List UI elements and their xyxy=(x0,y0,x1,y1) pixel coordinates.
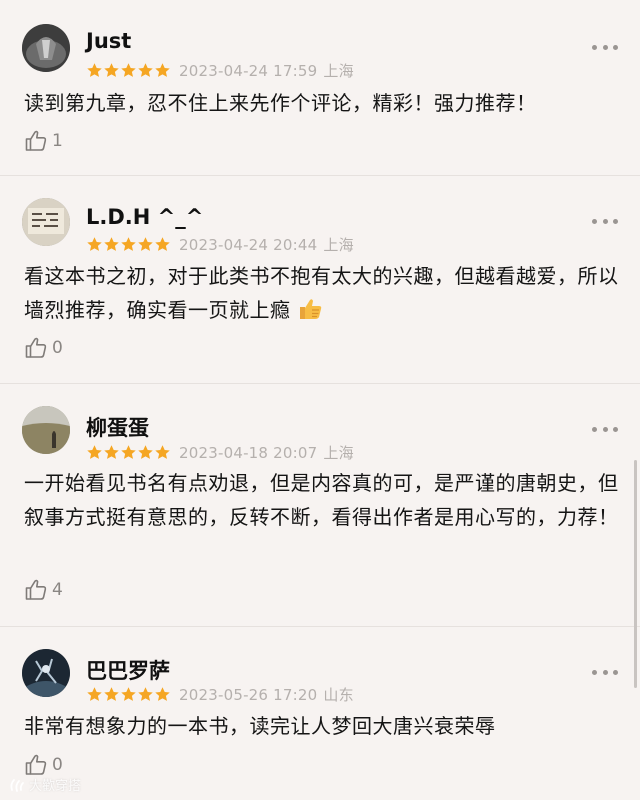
review-location: 上海 xyxy=(323,443,354,462)
username[interactable]: L.D.H ^_^ xyxy=(86,205,203,229)
review-date: 2023-04-24 17:59 xyxy=(179,61,318,80)
watermark: 大歡穿搭 xyxy=(8,775,81,794)
star-icon xyxy=(87,686,102,701)
more-options-button[interactable] xyxy=(592,42,618,52)
thumbs-up-outline-icon xyxy=(24,753,48,777)
like-count: 0 xyxy=(52,338,63,358)
review-date: 2023-04-18 20:07 xyxy=(179,443,318,462)
star-icon xyxy=(87,236,102,251)
review-text: 一开始看见书名有点劝退，但是内容真的可，是严谨的唐朝史，但叙事方式挺有意思的，反… xyxy=(24,471,619,529)
star-icon xyxy=(104,686,119,701)
review-text: 非常有想象力的一本书，读完让人梦回大唐兴衰荣辱 xyxy=(24,714,496,738)
review-meta: 2023-04-24 17:59 上海 xyxy=(86,60,354,80)
star-rating xyxy=(86,236,171,253)
star-icon xyxy=(87,444,102,459)
star-icon xyxy=(121,444,136,459)
star-icon xyxy=(121,236,136,251)
star-icon xyxy=(104,236,119,251)
review-location: 上海 xyxy=(323,235,354,254)
more-dots-icon xyxy=(592,218,597,224)
avatar[interactable] xyxy=(22,406,70,454)
review-meta: 2023-05-26 17:20 山东 xyxy=(86,684,354,704)
star-icon xyxy=(87,62,102,77)
watermark-logo-icon xyxy=(10,778,24,792)
like-count: 4 xyxy=(52,580,63,600)
avatar[interactable] xyxy=(22,649,70,697)
more-options-button[interactable] xyxy=(592,667,618,677)
avatar-image xyxy=(22,649,70,697)
thumbs-up-outline-icon xyxy=(25,130,47,151)
like-button[interactable]: 1 xyxy=(24,129,63,153)
star-icon xyxy=(121,62,136,77)
like-button[interactable]: 4 xyxy=(24,578,63,602)
star-icon xyxy=(138,62,153,77)
review-content: 读到第九章，忍不住上来先作个评论，精彩！强力推荐！ xyxy=(24,86,620,120)
avatar-image xyxy=(22,24,70,72)
thumbs-up-outline-icon xyxy=(24,336,48,360)
review-location: 山东 xyxy=(323,685,354,704)
review-content: 非常有想象力的一本书，读完让人梦回大唐兴衰荣辱 xyxy=(24,709,620,743)
star-icon xyxy=(121,686,136,701)
review-meta: 2023-04-18 20:07 上海 xyxy=(86,442,354,462)
star-icon xyxy=(155,236,170,251)
star-rating xyxy=(86,444,171,461)
more-options-button[interactable] xyxy=(592,424,618,434)
more-dots-icon xyxy=(592,44,597,50)
review-meta: 2023-04-24 20:44 上海 xyxy=(86,234,354,254)
star-icon xyxy=(138,444,153,459)
review-card: Just 2023-04-24 17:59 上海 读到第九章，忍不住上来先作个评论… xyxy=(0,0,640,176)
thumbs-up-outline-icon xyxy=(24,129,48,153)
avatar-image xyxy=(22,406,70,454)
more-dots-icon xyxy=(592,669,597,675)
more-options-button[interactable] xyxy=(592,216,618,226)
like-count: 0 xyxy=(52,755,63,775)
thumbs-up-emoji-icon xyxy=(300,299,322,319)
avatar-image xyxy=(22,198,70,246)
star-icon xyxy=(104,444,119,459)
review-location: 上海 xyxy=(323,61,354,80)
avatar[interactable] xyxy=(22,24,70,72)
review-content: 看这本书之初，对于此类书不抱有太大的兴趣，但越看越爱，所以墙烈推荐，确实看一页就… xyxy=(24,259,620,327)
review-date: 2023-04-24 20:44 xyxy=(179,235,318,254)
star-icon xyxy=(138,236,153,251)
star-icon xyxy=(104,62,119,77)
review-card: 柳蛋蛋 2023-04-18 20:07 上海 一开始看见书名有点劝退，但是内容真… xyxy=(0,384,640,627)
scrollbar[interactable] xyxy=(634,460,637,688)
username[interactable]: 巴巴罗萨 xyxy=(86,655,170,685)
star-icon xyxy=(155,686,170,701)
star-icon xyxy=(155,444,170,459)
star-icon xyxy=(155,62,170,77)
review-text: 读到第九章，忍不住上来先作个评论，精彩！强力推荐！ xyxy=(24,91,537,115)
thumbs-up-outline-icon xyxy=(25,579,47,600)
star-rating xyxy=(86,686,171,703)
review-date: 2023-05-26 17:20 xyxy=(179,685,318,704)
like-button[interactable]: 0 xyxy=(24,336,63,360)
review-card: L.D.H ^_^ 2023-04-24 20:44 上海 看这本书之初，对于此类… xyxy=(0,176,640,384)
star-icon xyxy=(138,686,153,701)
review-content: 一开始看见书名有点劝退，但是内容真的可，是严谨的唐朝史，但叙事方式挺有意思的，反… xyxy=(24,466,620,534)
username[interactable]: 柳蛋蛋 xyxy=(86,412,149,442)
avatar[interactable] xyxy=(22,198,70,246)
thumbs-up-outline-icon xyxy=(25,754,47,775)
review-list: Just 2023-04-24 17:59 上海 读到第九章，忍不住上来先作个评论… xyxy=(0,0,640,800)
like-count: 1 xyxy=(52,131,63,151)
more-dots-icon xyxy=(592,426,597,432)
username[interactable]: Just xyxy=(86,29,131,53)
review-card: 巴巴罗萨 2023-05-26 17:20 山东 非常有想象力的一本书，读完让人梦… xyxy=(0,627,640,800)
star-rating xyxy=(86,62,171,79)
thumbs-up-outline-icon xyxy=(24,578,48,602)
like-button[interactable]: 0 xyxy=(24,753,63,777)
watermark-text: 大歡穿搭 xyxy=(29,779,82,794)
thumbs-up-outline-icon xyxy=(25,337,47,358)
